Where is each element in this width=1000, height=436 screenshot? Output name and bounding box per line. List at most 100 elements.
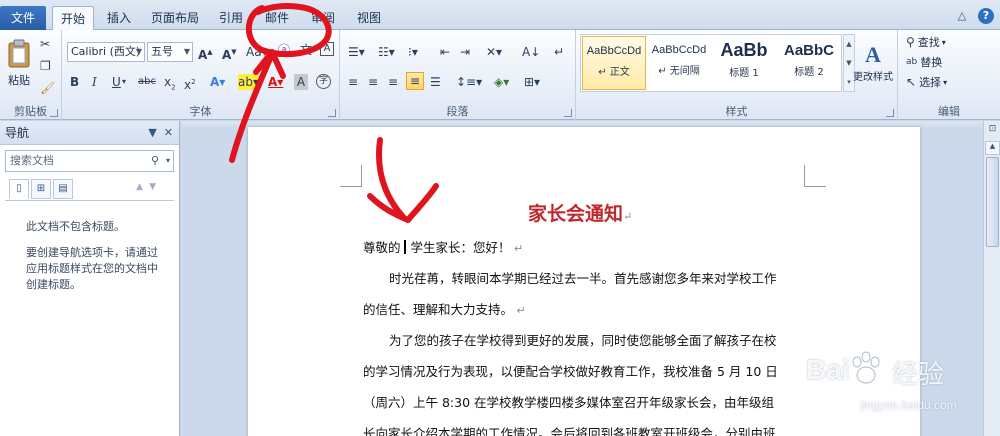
format-painter-icon[interactable]: 🖌: [40, 80, 55, 96]
style-tile-normal[interactable]: AaBbCcDd ↵ 正文: [582, 36, 646, 90]
nav-pane-menu-icon[interactable]: ▼: [148, 126, 156, 139]
subscript-icon[interactable]: x2: [164, 74, 176, 95]
nav-search-placeholder: 搜索文档: [10, 154, 54, 167]
watermark-brand-cn: 经验: [892, 359, 945, 389]
change-styles-icon: A: [865, 41, 881, 67]
font-color-icon[interactable]: A▾: [268, 74, 283, 90]
tab-insert[interactable]: 插入: [100, 6, 138, 30]
tab-home[interactable]: 开始: [52, 6, 94, 31]
underline-dropdown-icon[interactable]: ▾: [122, 74, 126, 90]
select-button[interactable]: ↖ 选择 ▾: [906, 74, 947, 90]
font-launcher-icon[interactable]: [328, 109, 336, 117]
scroll-up-icon[interactable]: ▲: [985, 141, 1000, 155]
distributed-icon[interactable]: ☰: [430, 74, 441, 90]
phonetic-guide-icon[interactable]: 文: [300, 42, 312, 58]
font-family-select[interactable]: Calibri (西文) ▼: [67, 42, 145, 62]
tab-page-layout[interactable]: 页面布局: [146, 6, 204, 30]
change-styles-label: 更改样式: [853, 71, 893, 83]
crop-mark-top-left: [340, 165, 362, 187]
quick-styles-gallery: AaBbCcDd ↵ 正文 AaBbCcDd ↵ 无间隔 AaBb 标题 1 A…: [580, 34, 842, 92]
nav-pane-header: 导航 ▼ ✕: [0, 121, 179, 145]
decrease-indent-icon[interactable]: ⇤: [440, 44, 450, 60]
align-center-icon[interactable]: ≡: [368, 74, 378, 90]
highlight-icon[interactable]: ab▾: [238, 74, 259, 90]
justify-icon[interactable]: ≡: [406, 72, 424, 90]
navigation-pane: 导航 ▼ ✕ 搜索文档 ⚲ ▾ ▯ ⊞ ▤ ▲▼ 此文档不包含标题。 要创建导航…: [0, 121, 180, 436]
view-ruler-icon[interactable]: ⊡: [985, 124, 1000, 138]
styles-launcher-icon[interactable]: [886, 109, 894, 117]
style-sample: AaBbCcDd: [586, 45, 642, 57]
style-tile-no-spacing[interactable]: AaBbCcDd ↵ 无间隔: [647, 36, 711, 90]
style-name: 标题 2: [794, 67, 824, 78]
style-tile-heading-1[interactable]: AaBb 标题 1: [712, 36, 776, 90]
tab-file[interactable]: 文件: [0, 6, 46, 30]
clipboard-icon: [8, 39, 30, 67]
strikethrough-icon[interactable]: abc: [138, 74, 156, 90]
doc-title-text: 家长会通知: [528, 203, 624, 225]
char-shading-icon[interactable]: A: [294, 74, 308, 90]
ribbon-tab-bar: 文件 开始 插入 页面布局 引用 邮件 审阅 视图 △ ?: [0, 0, 1000, 31]
nav-prev-next-icon[interactable]: ▲▼: [136, 182, 162, 192]
tab-view[interactable]: 视图: [350, 6, 388, 30]
clear-format-icon[interactable]: ⓐ: [278, 42, 290, 58]
shading-icon[interactable]: ◈▾: [494, 74, 509, 90]
tab-mailings[interactable]: 邮件: [258, 6, 296, 30]
nav-tab-pages[interactable]: ⊞: [31, 179, 51, 199]
doc-title: 家长会通知↵: [528, 203, 633, 225]
bold-icon[interactable]: B: [70, 74, 79, 90]
nav-empty-message: 此文档不包含标题。 要创建导航选项卡，请通过应用标题样式在您的文档中创建标题。: [0, 201, 179, 293]
help-icon[interactable]: ?: [978, 8, 994, 24]
italic-icon[interactable]: I: [92, 74, 97, 90]
multilevel-list-icon[interactable]: ⁝▾: [408, 44, 418, 60]
tab-references[interactable]: 引用: [212, 6, 250, 30]
nav-tab-headings[interactable]: ▯: [9, 179, 29, 199]
text-effects-icon[interactable]: A▾: [210, 74, 225, 90]
show-marks-icon[interactable]: ↵: [554, 44, 564, 60]
nav-view-tabs: ▯ ⊞ ▤ ▲▼: [5, 177, 174, 201]
underline-icon[interactable]: U: [112, 74, 121, 90]
select-arrow-icon: ↖: [906, 75, 917, 89]
grow-font-icon[interactable]: A▲: [198, 44, 213, 63]
paste-button[interactable]: 粘贴: [4, 34, 34, 92]
find-button[interactable]: ⚲ 查找 ▾: [906, 34, 946, 50]
minimize-ribbon-icon[interactable]: △: [954, 8, 970, 24]
nav-pane-title: 导航: [5, 126, 30, 140]
sort-icon[interactable]: A↓: [522, 44, 540, 60]
nav-search-input[interactable]: 搜索文档 ⚲ ▾: [5, 150, 174, 172]
style-tile-heading-2[interactable]: AaBbC 标题 2: [777, 36, 841, 90]
nav-tab-results[interactable]: ▤: [53, 179, 73, 199]
numbering-icon[interactable]: ☷▾: [378, 44, 395, 60]
char-border-icon[interactable]: A: [320, 42, 334, 56]
cut-icon[interactable]: ✂: [40, 36, 50, 52]
shrink-font-icon[interactable]: A▼: [222, 44, 237, 63]
clipboard-launcher-icon[interactable]: [50, 109, 58, 117]
align-left-icon[interactable]: ≡: [348, 74, 358, 90]
line-spacing-icon[interactable]: ↕≡▾: [456, 74, 482, 90]
nav-pane-close-icon[interactable]: ✕: [164, 126, 173, 139]
doc-paragraph-1-line: 时光荏苒，转眼间本学期已经过去一半。首先感谢您多年来对学校工作: [389, 271, 777, 286]
increase-indent-icon[interactable]: ⇥: [460, 44, 470, 60]
font-size-select[interactable]: 五号 ▼: [147, 42, 193, 62]
styles-group-label: 样式: [725, 105, 748, 118]
superscript-icon[interactable]: x2: [184, 74, 196, 93]
align-right-icon[interactable]: ≡: [388, 74, 398, 90]
borders-icon[interactable]: ⊞▾: [524, 74, 540, 90]
search-icon[interactable]: ⚲: [151, 151, 159, 171]
chinese-layout-icon[interactable]: ✕▾: [486, 44, 502, 60]
paragraph-launcher-icon[interactable]: [564, 109, 572, 117]
change-case-icon[interactable]: Aa▾: [246, 44, 268, 60]
crop-mark-top-right: [804, 165, 826, 187]
tab-review[interactable]: 审阅: [304, 6, 342, 30]
copy-icon[interactable]: ❐: [40, 58, 51, 74]
ribbon: 粘贴 ✂ ❐ 🖌 剪贴板 Calibri (西文) ▼ 五号 ▼ A▲ A▼ Aa▾…: [0, 30, 1000, 120]
watermark-url: jingyan.baidu.com: [860, 398, 957, 412]
scroll-thumb[interactable]: [986, 157, 999, 247]
change-styles-button[interactable]: A 更改样式: [850, 34, 896, 90]
doc-paragraph-2-line: 长向家长介绍本学期的工作情况。会后将回到各班教室开班级会，分别由班: [363, 426, 776, 436]
search-dropdown-icon[interactable]: ▾: [166, 151, 170, 171]
replace-button[interactable]: ab 替换: [906, 54, 942, 70]
font-group: Calibri (西文) ▼ 五号 ▼ A▲ A▼ Aa▾ ⓐ 文 A B I U …: [62, 30, 340, 120]
style-sample: AaBbCcDd: [651, 44, 707, 56]
enclose-char-icon[interactable]: 字: [316, 74, 331, 89]
bullets-icon[interactable]: ☰▾: [348, 44, 365, 60]
